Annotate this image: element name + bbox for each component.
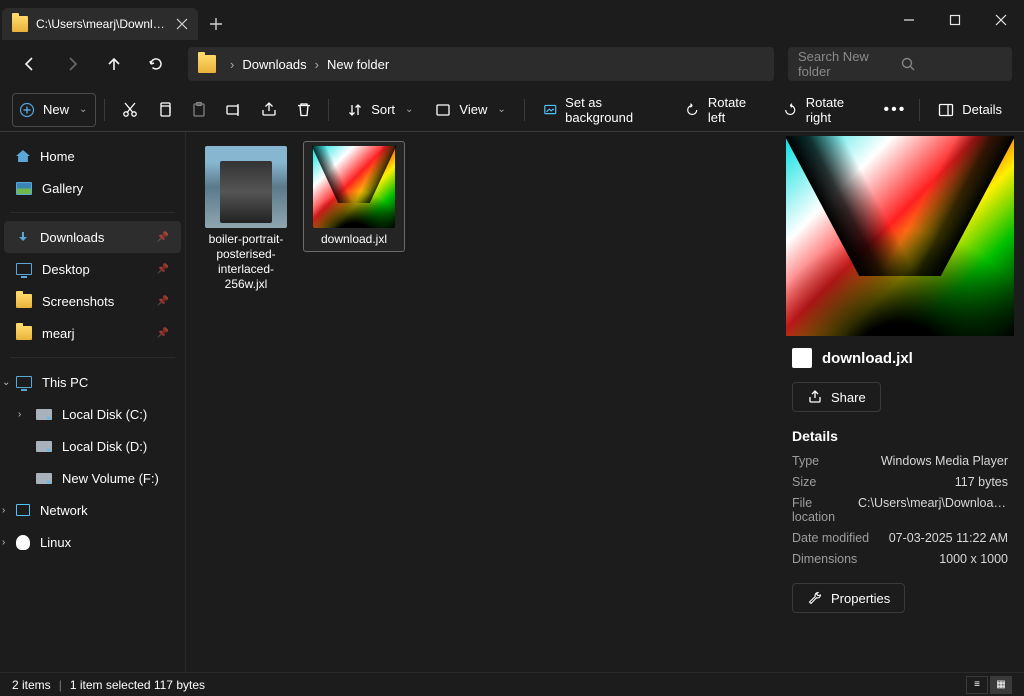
sidebar-item-user-folder[interactable]: mearj📌 [4,317,181,349]
chevron-down-icon[interactable]: ⌄ [2,377,16,388]
sidebar-item-home[interactable]: Home [4,140,181,172]
selection-info: 1 item selected 117 bytes [70,678,205,692]
share-button[interactable] [253,93,286,127]
download-icon [16,230,30,244]
more-button[interactable]: ••• [879,93,912,127]
file-thumbnail [205,146,287,228]
file-item[interactable]: download.jxl [304,142,404,251]
breadcrumb-item[interactable]: New folder [327,57,389,72]
rename-button[interactable] [218,93,251,127]
linux-icon [16,535,30,550]
command-bar: New ⌄ Sort ⌄ View ⌄ Set as background Ro… [0,88,1024,132]
detail-row-size: Size117 bytes [792,475,1008,489]
sidebar-item-downloads[interactable]: Downloads📌 [4,221,181,253]
navigation-bar: › Downloads › New folder Search New fold… [0,40,1024,88]
search-input[interactable]: Search New folder [788,47,1012,81]
chevron-right-icon: › [230,57,234,72]
folder-icon [16,326,32,340]
search-icon [900,56,1002,72]
view-button[interactable]: View ⌄ [425,93,515,127]
rotate-right-button[interactable]: Rotate right [773,93,876,127]
sidebar-item-desktop[interactable]: Desktop📌 [4,253,181,285]
maximize-button[interactable] [932,0,978,40]
gallery-icon [16,182,32,195]
sidebar-item-gallery[interactable]: Gallery [4,172,181,204]
copy-button[interactable] [148,93,181,127]
chevron-right-icon[interactable]: › [18,409,32,420]
preview-image [786,136,1014,336]
close-tab-button[interactable] [174,16,190,32]
minimize-button[interactable] [886,0,932,40]
paste-button[interactable] [183,93,216,127]
pc-icon [16,376,32,388]
sidebar-item-drive-c[interactable]: ›Local Disk (C:) [4,398,181,430]
detail-row-dimensions: Dimensions1000 x 1000 [792,552,1008,566]
grid-view-button[interactable]: ▦ [990,676,1012,694]
chevron-down-icon: ⌄ [497,104,505,115]
disk-icon [36,473,52,484]
folder-icon [12,16,28,32]
pin-icon: 📌 [157,296,169,307]
refresh-button[interactable] [138,46,174,82]
detail-row-location: File locationC:\Users\mearj\Downloads\N.… [792,496,1008,524]
list-view-button[interactable]: ≡ [966,676,988,694]
chevron-down-icon: ⌄ [405,104,413,115]
set-background-button[interactable]: Set as background [533,93,674,127]
delete-button[interactable] [287,93,320,127]
folder-icon [16,294,32,308]
chevron-right-icon[interactable]: › [2,537,16,548]
status-bar: 2 items | 1 item selected 117 bytes ≡ ▦ [0,672,1024,696]
folder-icon [198,55,216,73]
browser-tab[interactable]: C:\Users\mearj\Downloads\Ne [2,8,198,40]
sidebar-item-drive-d[interactable]: Local Disk (D:) [4,430,181,462]
back-button[interactable] [12,46,48,82]
network-icon [16,504,30,516]
pin-icon: 📌 [157,232,169,243]
disk-icon [36,441,52,452]
detail-row-type: TypeWindows Media Player [792,454,1008,468]
window-controls [886,0,1024,40]
sidebar-item-screenshots[interactable]: Screenshots📌 [4,285,181,317]
sidebar-item-network[interactable]: ›Network [4,494,181,526]
details-filename: 🖼 download.jxl [792,348,1008,368]
navigation-sidebar: Home Gallery Downloads📌 Desktop📌 Screens… [0,132,186,672]
home-icon [16,150,30,162]
sidebar-item-drive-f[interactable]: New Volume (F:) [4,462,181,494]
chevron-right-icon[interactable]: › [2,505,16,516]
chevron-right-icon: › [315,57,319,72]
sidebar-item-linux[interactable]: ›Linux [4,526,181,558]
item-count: 2 items [12,678,51,692]
details-section-header: Details [792,428,1008,444]
share-button[interactable]: Share [792,382,881,412]
sidebar-item-this-pc[interactable]: ⌄This PC [4,366,181,398]
file-thumbnail [313,146,395,228]
sort-button[interactable]: Sort ⌄ [337,93,423,127]
cut-button[interactable] [113,93,146,127]
file-item[interactable]: boiler-portrait-posterised-interlaced-25… [196,142,296,296]
up-button[interactable] [96,46,132,82]
details-pane: 🖼 download.jxl Share Details TypeWindows… [776,132,1024,672]
titlebar: C:\Users\mearj\Downloads\Ne [0,0,1024,40]
rotate-left-button[interactable]: Rotate left [675,93,771,127]
new-tab-button[interactable] [198,8,234,40]
detail-row-modified: Date modified07-03-2025 11:22 AM [792,531,1008,545]
new-button[interactable]: New ⌄ [12,93,96,127]
tab-title: C:\Users\mearj\Downloads\Ne [36,17,166,31]
pin-icon: 📌 [157,328,169,339]
breadcrumb-item[interactable]: Downloads [242,57,306,72]
close-window-button[interactable] [978,0,1024,40]
desktop-icon [16,263,32,275]
file-name: download.jxl [308,232,400,247]
properties-button[interactable]: Properties [792,583,905,613]
file-type-icon: 🖼 [792,348,812,368]
file-name: boiler-portrait-posterised-interlaced-25… [200,232,292,292]
disk-icon [36,409,52,420]
address-bar[interactable]: › Downloads › New folder [188,47,774,81]
chevron-down-icon: ⌄ [79,104,87,115]
search-placeholder: Search New folder [798,49,900,79]
forward-button[interactable] [54,46,90,82]
details-pane-button[interactable]: Details [928,93,1012,127]
pin-icon: 📌 [157,264,169,275]
file-list[interactable]: boiler-portrait-posterised-interlaced-25… [186,132,776,672]
